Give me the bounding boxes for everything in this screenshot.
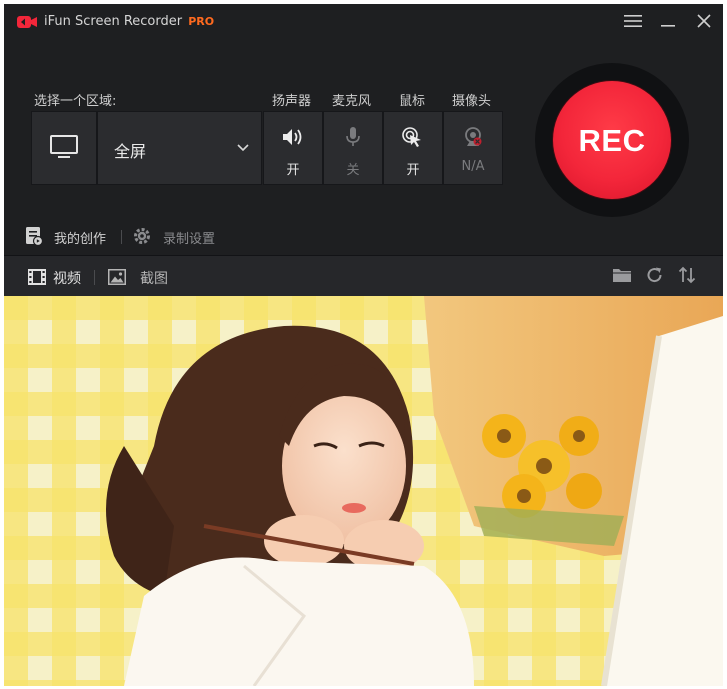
webcam-toggle[interactable]: N/A — [443, 111, 503, 185]
record-settings-link[interactable]: 录制设置 — [163, 228, 215, 247]
webcam-icon — [465, 127, 482, 146]
rec-button-label: REC — [578, 123, 646, 158]
title-bar: iFun Screen Recorder PRO — [4, 4, 723, 40]
minimize-button[interactable] — [655, 10, 681, 34]
rec-button[interactable]: REC — [553, 81, 671, 199]
fullscreen-mode-button[interactable] — [31, 111, 97, 185]
my-creations-icon — [26, 227, 44, 246]
sort-icon — [678, 266, 696, 284]
links-divider — [121, 230, 122, 244]
mouse-click-icon — [402, 127, 421, 147]
speaker-state: 开 — [286, 163, 300, 178]
my-creations-link[interactable]: 我的创作 — [54, 228, 106, 247]
film-icon — [28, 269, 46, 285]
speaker-label: 扬声器 — [272, 94, 312, 109]
gear-icon — [134, 228, 150, 244]
app-title: iFun Screen Recorder PRO — [44, 14, 214, 29]
recording-thumbnail[interactable] — [4, 296, 723, 686]
mouse-state: 开 — [406, 163, 420, 178]
mouse-toggle[interactable]: 开 — [383, 111, 443, 185]
speaker-icon — [283, 129, 302, 145]
microphone-toggle[interactable]: 关 — [323, 111, 383, 185]
media-tab-bar: 视频 截图 — [4, 255, 723, 297]
mouse-label: 鼠标 — [399, 94, 426, 109]
speaker-toggle[interactable]: 开 — [263, 111, 323, 185]
close-icon — [697, 14, 711, 28]
recorder-logo-icon — [17, 16, 37, 28]
monitor-icon — [50, 135, 78, 158]
microphone-icon — [346, 127, 360, 146]
microphone-label: 麦克风 — [332, 94, 372, 109]
region-select[interactable]: 全屏 — [97, 111, 262, 185]
refresh-icon — [647, 267, 662, 283]
thumbnail-image — [4, 296, 723, 686]
edition-badge: PRO — [188, 15, 215, 28]
tab-divider — [94, 270, 95, 285]
open-folder-button[interactable] — [612, 266, 634, 288]
menu-button[interactable] — [620, 10, 646, 34]
webcam-label: 摄像头 — [452, 94, 492, 109]
app-window: iFun Screen Recorder PRO 选择一个区域: 扬声器 麦克风… — [4, 4, 723, 686]
app-name: iFun Screen Recorder — [44, 14, 183, 29]
tab-video[interactable]: 视频 — [53, 268, 81, 288]
region-select-value: 全屏 — [114, 142, 147, 161]
microphone-state: 关 — [346, 163, 360, 178]
tab-screenshot[interactable]: 截图 — [140, 268, 168, 288]
region-label: 选择一个区域: — [34, 94, 117, 109]
close-button[interactable] — [691, 10, 717, 34]
minimize-icon — [661, 25, 675, 27]
folder-icon — [613, 269, 631, 282]
sort-button[interactable] — [678, 266, 700, 288]
chevron-down-icon — [237, 144, 249, 152]
webcam-state: N/A — [461, 159, 485, 174]
hamburger-icon — [624, 15, 642, 27]
image-icon — [108, 269, 126, 285]
refresh-button[interactable] — [645, 266, 667, 288]
